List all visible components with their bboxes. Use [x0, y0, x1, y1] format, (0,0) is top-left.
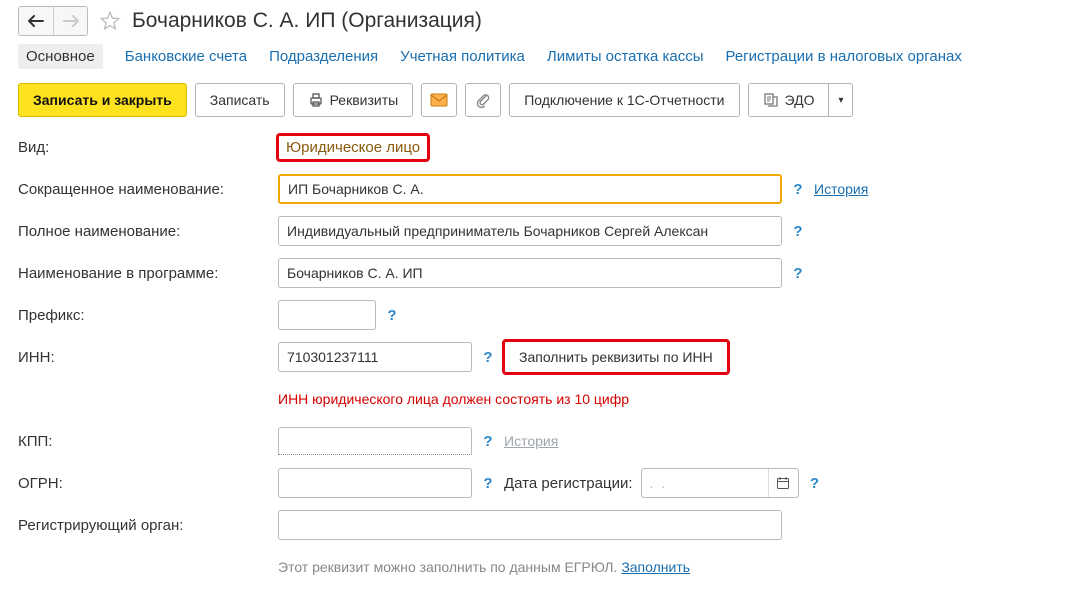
paperclip-icon	[475, 92, 491, 108]
program-name-label: Наименование в программе:	[18, 265, 278, 282]
short-name-input[interactable]	[278, 174, 782, 204]
nav-back-button[interactable]	[19, 7, 53, 35]
type-value: Юридическое лицо	[278, 135, 428, 160]
short-name-history-link[interactable]: История	[814, 181, 868, 197]
reg-date-label: Дата регистрации:	[504, 475, 633, 492]
prefix-label: Префикс:	[18, 307, 278, 324]
reg-date-field[interactable]: . .	[641, 468, 799, 498]
tab-bank-accounts[interactable]: Банковские счета	[125, 44, 247, 69]
tab-tax-registrations[interactable]: Регистрации в налоговых органах	[725, 44, 961, 69]
calendar-icon[interactable]	[768, 469, 798, 497]
kpp-input[interactable]	[278, 427, 472, 455]
edo-button-group: ЭДО ▾	[748, 83, 854, 117]
kpp-label: КПП:	[18, 433, 278, 450]
tab-departments[interactable]: Подразделения	[269, 44, 378, 69]
tab-main[interactable]: Основное	[18, 44, 103, 69]
attach-button[interactable]	[465, 83, 501, 117]
reg-hint-text: Этот реквизит можно заполнить по данным …	[278, 559, 617, 575]
inn-input[interactable]	[278, 342, 472, 372]
reg-authority-label: Регистрирующий орган:	[18, 517, 278, 534]
reg-date-help-icon[interactable]: ?	[807, 475, 823, 492]
requisites-button[interactable]: Реквизиты	[293, 83, 414, 117]
kpp-history-link: История	[504, 433, 558, 449]
inn-help-icon[interactable]: ?	[480, 349, 496, 366]
full-name-label: Полное наименование:	[18, 223, 278, 240]
favorite-star-icon[interactable]	[96, 7, 124, 35]
type-label: Вид:	[18, 139, 278, 156]
section-tabs: Основное Банковские счета Подразделения …	[18, 44, 1051, 69]
program-name-input[interactable]	[278, 258, 782, 288]
reg-authority-input[interactable]	[278, 510, 782, 540]
edo-icon	[763, 92, 779, 108]
nav-forward-button	[53, 7, 87, 35]
nav-history-buttons	[18, 6, 88, 36]
print-icon	[308, 92, 324, 108]
connect-1c-button[interactable]: Подключение к 1С-Отчетности	[509, 83, 739, 117]
tab-cash-limits[interactable]: Лимиты остатка кассы	[547, 44, 704, 69]
toolbar: Записать и закрыть Записать Реквизиты По…	[18, 83, 1051, 117]
ogrn-input[interactable]	[278, 468, 472, 498]
save-button[interactable]: Записать	[195, 83, 285, 117]
save-close-button[interactable]: Записать и закрыть	[18, 83, 187, 117]
edo-label: ЭДО	[785, 92, 815, 108]
requisites-label: Реквизиты	[330, 92, 399, 108]
prefix-input[interactable]	[278, 300, 376, 330]
inn-error-text: ИНН юридического лица должен состоять из…	[278, 391, 629, 407]
full-name-input[interactable]	[278, 216, 782, 246]
ogrn-help-icon[interactable]: ?	[480, 475, 496, 492]
fill-by-inn-button[interactable]: Заполнить реквизиты по ИНН	[504, 341, 728, 373]
edo-dropdown-button[interactable]: ▾	[829, 83, 853, 117]
inn-label: ИНН:	[18, 349, 278, 366]
mail-icon	[430, 93, 448, 107]
reg-date-value: . .	[642, 475, 768, 491]
tab-accounting-policy[interactable]: Учетная политика	[400, 44, 525, 69]
mail-button[interactable]	[421, 83, 457, 117]
short-name-help-icon[interactable]: ?	[790, 181, 806, 198]
edo-button[interactable]: ЭДО	[748, 83, 830, 117]
ogrn-label: ОГРН:	[18, 475, 278, 492]
prefix-help-icon[interactable]: ?	[384, 307, 400, 324]
program-name-help-icon[interactable]: ?	[790, 265, 806, 282]
full-name-help-icon[interactable]: ?	[790, 223, 806, 240]
kpp-help-icon[interactable]: ?	[480, 433, 496, 450]
fill-egrul-link[interactable]: Заполнить	[621, 559, 690, 575]
page-title: Бочарников С. А. ИП (Организация)	[132, 9, 482, 33]
short-name-label: Сокращенное наименование:	[18, 181, 278, 198]
organization-form: Вид: Юридическое лицо Сокращенное наимен…	[18, 131, 1051, 583]
